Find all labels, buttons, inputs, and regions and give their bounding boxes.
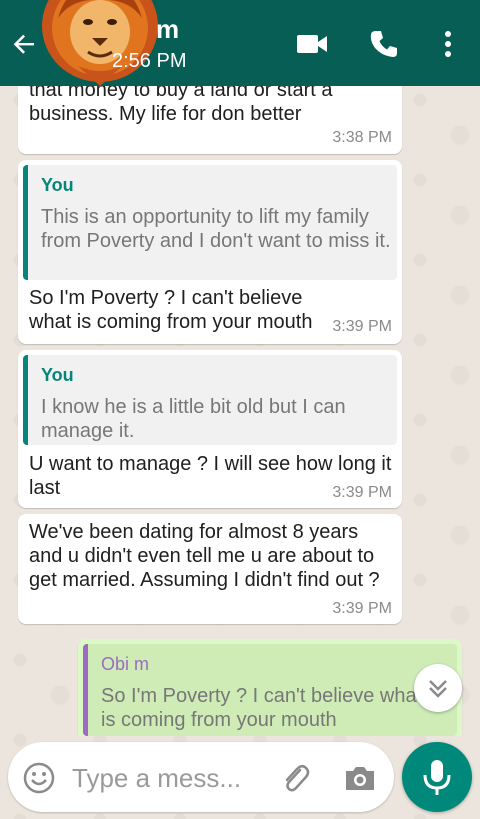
quoted-message[interactable]: You This is an opportunity to lift my fa… — [23, 165, 397, 280]
last-seen-status: 2:56 PM — [112, 50, 187, 72]
double-chevron-down-icon — [429, 680, 447, 698]
contact-avatar[interactable] — [38, 0, 162, 88]
mic-icon — [423, 760, 451, 795]
quoted-message[interactable]: You I know he is a little bit old but I … — [23, 355, 397, 445]
incoming-message[interactable]: You This is an opportunity to lift my fa… — [18, 160, 402, 344]
message-time: 3:39 PM — [332, 484, 392, 501]
chat-header: m 2:56 PM — [0, 0, 480, 86]
message-text: that money to buy a land or start a busi… — [29, 86, 333, 125]
phone-call-icon[interactable] — [366, 26, 402, 62]
quoted-text: I know he is a little bit old but I can … — [41, 396, 346, 442]
message-time: 3:39 PM — [332, 318, 392, 335]
message-composer — [8, 742, 394, 812]
back-arrow-icon[interactable] — [8, 28, 40, 60]
message-text: So I'm Poverty ? I can't believe what is… — [29, 287, 313, 333]
quoted-text: This is an opportunity to lift my family… — [41, 206, 391, 252]
incoming-message[interactable]: We've been dating for almost 8 years and… — [18, 514, 402, 624]
quoted-sender: You — [41, 175, 74, 195]
message-time: 3:38 PM — [332, 129, 392, 146]
outgoing-message[interactable]: Obi m So I'm Poverty ? I can't believe w… — [78, 639, 462, 736]
message-time: 3:39 PM — [332, 600, 392, 617]
attach-icon[interactable] — [278, 761, 312, 795]
video-call-icon[interactable] — [294, 26, 330, 62]
message-text: We've been dating for almost 8 years and… — [29, 521, 380, 591]
emoji-icon[interactable] — [22, 761, 56, 795]
voice-record-button[interactable] — [402, 742, 472, 812]
quoted-sender: Obi m — [101, 654, 150, 674]
contact-name[interactable]: m — [156, 14, 179, 45]
quoted-sender: You — [41, 365, 74, 385]
chat-area[interactable]: that money to buy a land or start a busi… — [0, 86, 480, 736]
scroll-to-bottom-button[interactable] — [414, 664, 462, 712]
incoming-message[interactable]: You I know he is a little bit old but I … — [18, 350, 402, 508]
quoted-text: So I'm Poverty ? I can't believe what is… — [101, 685, 423, 731]
message-input[interactable] — [70, 760, 264, 796]
incoming-message[interactable]: that money to buy a land or start a busi… — [18, 86, 402, 154]
quoted-message[interactable]: Obi m So I'm Poverty ? I can't believe w… — [83, 644, 457, 736]
camera-icon[interactable] — [342, 761, 378, 795]
more-options-icon[interactable] — [430, 26, 466, 62]
